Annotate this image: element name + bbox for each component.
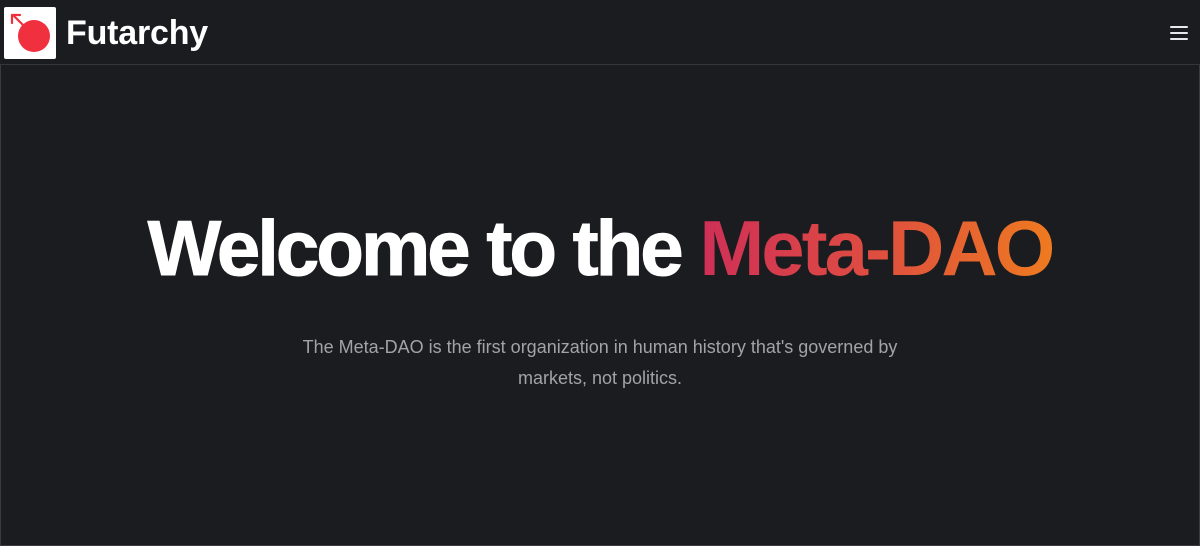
logo-graphic	[10, 13, 50, 52]
top-navbar: Futarchy	[0, 0, 1200, 65]
hero-title-plain: Welcome to the	[147, 204, 684, 293]
menu-bar-bottom	[1170, 38, 1188, 40]
brand-name[interactable]: Futarchy	[66, 12, 208, 54]
hero-title: Welcome to the Meta-DAO	[0, 200, 1200, 296]
menu-bar-middle	[1170, 32, 1188, 34]
hamburger-menu-icon[interactable]	[1166, 22, 1192, 44]
menu-bar-top	[1170, 26, 1188, 28]
futarchy-logo-icon[interactable]	[4, 7, 56, 59]
hero-subtitle: The Meta-DAO is the first organization i…	[302, 337, 898, 388]
hero-title-accent: Meta-DAO	[699, 204, 1055, 292]
